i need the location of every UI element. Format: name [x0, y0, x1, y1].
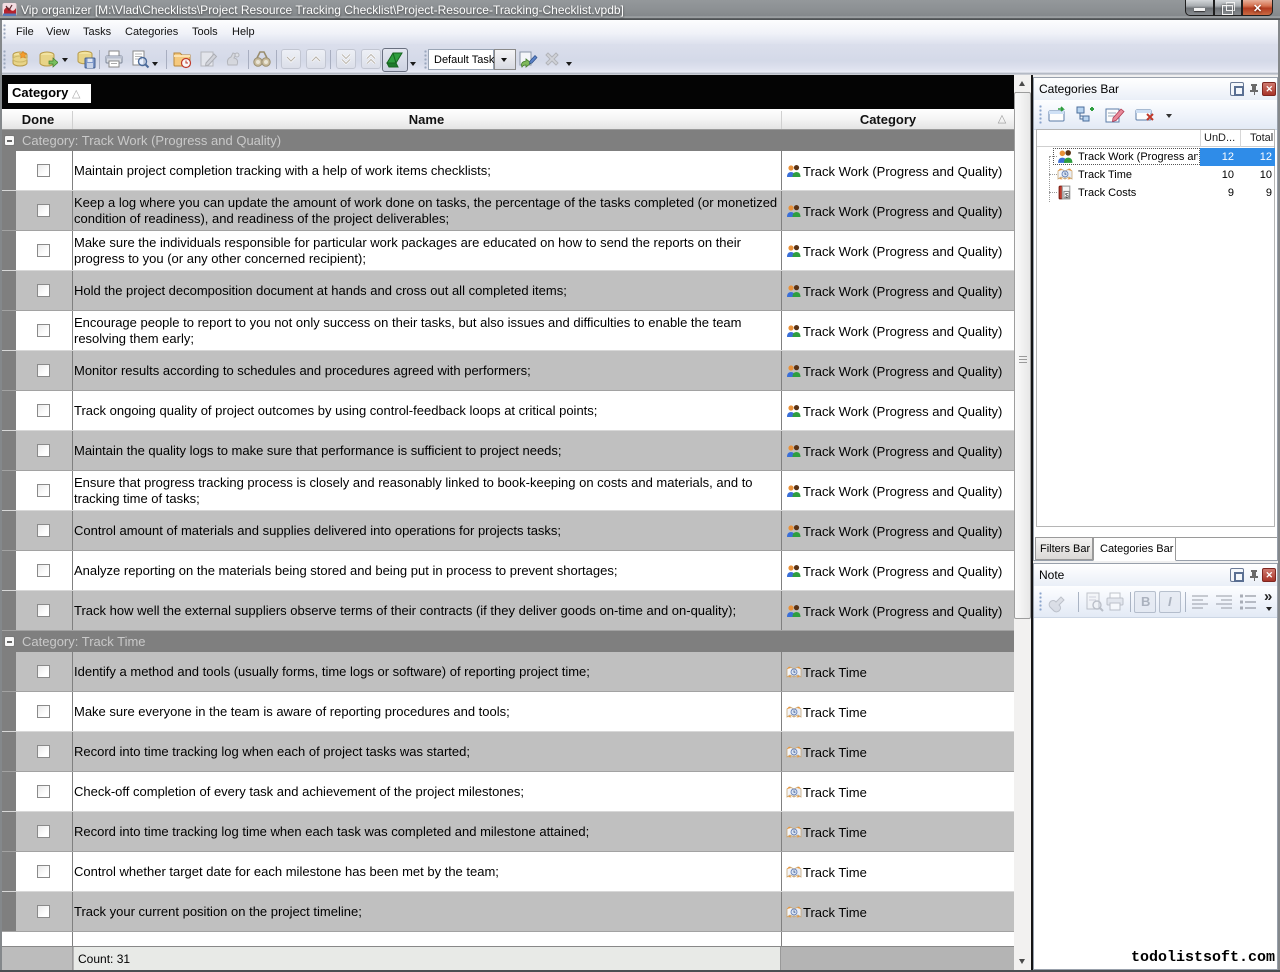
svg-text:$: $	[1065, 192, 1069, 199]
